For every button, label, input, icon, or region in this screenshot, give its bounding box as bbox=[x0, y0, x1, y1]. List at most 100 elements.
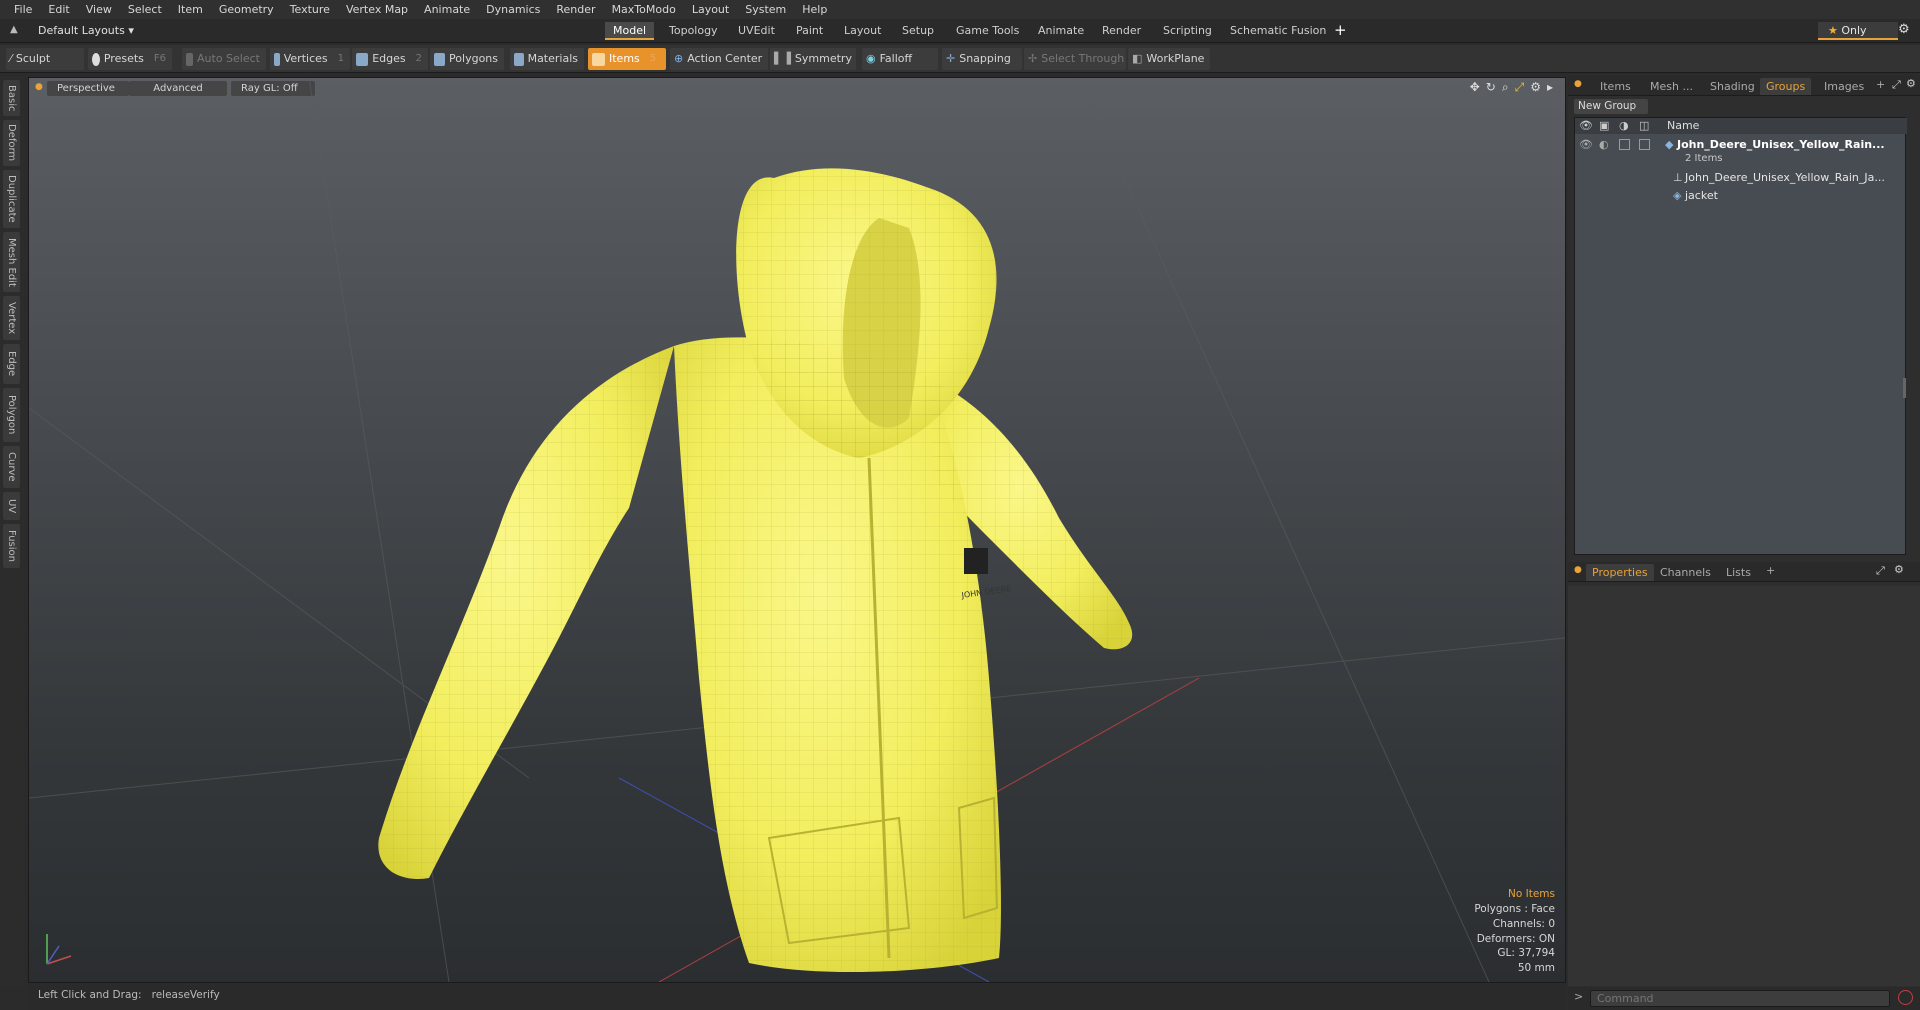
left-tab-polygon[interactable]: Polygon bbox=[3, 388, 20, 442]
tab-items[interactable]: Items bbox=[1594, 78, 1637, 95]
symmetry-button[interactable]: ▌▐ Symmetry bbox=[770, 48, 856, 70]
menu-item[interactable]: Item bbox=[170, 3, 211, 16]
items-button[interactable]: Items 5 bbox=[588, 48, 666, 70]
tab-game-tools[interactable]: Game Tools bbox=[948, 22, 1027, 40]
new-group-button[interactable]: New Group bbox=[1574, 99, 1648, 114]
list-scrollbar[interactable] bbox=[1903, 378, 1906, 398]
polygons-button[interactable]: Polygons bbox=[430, 48, 504, 70]
group-select-checkbox[interactable] bbox=[1639, 139, 1650, 150]
render-header-icon[interactable]: ▣ bbox=[1599, 118, 1609, 134]
collapse-icon[interactable]: ▲ bbox=[10, 24, 18, 35]
add-tab-icon[interactable]: + bbox=[1334, 21, 1347, 39]
polygons-icon bbox=[434, 52, 446, 66]
list-item[interactable]: ⊥ John_Deere_Unisex_Yellow_Rain_Ja... bbox=[1575, 169, 1907, 187]
sculpt-button[interactable]: ⁄ Sculpt bbox=[6, 48, 84, 70]
left-tab-vertex[interactable]: Vertex bbox=[3, 296, 20, 340]
left-tab-basic[interactable]: Basic bbox=[3, 80, 20, 116]
group-render-icon[interactable]: ◐ bbox=[1599, 136, 1609, 154]
tab-lists[interactable]: Lists bbox=[1720, 564, 1757, 581]
vertices-button[interactable]: Vertices 1 bbox=[270, 48, 350, 70]
left-tab-duplicate[interactable]: Duplicate bbox=[3, 170, 20, 228]
materials-button[interactable]: Materials bbox=[510, 48, 584, 70]
tab-mesh[interactable]: Mesh ... bbox=[1644, 78, 1699, 95]
menu-view[interactable]: View bbox=[78, 3, 120, 16]
group-icon: ◆ bbox=[1665, 138, 1674, 151]
menu-edit[interactable]: Edit bbox=[40, 3, 77, 16]
menu-layout[interactable]: Layout bbox=[684, 3, 737, 16]
menu-select[interactable]: Select bbox=[120, 3, 170, 16]
props-expand-icon[interactable]: ⤢ bbox=[1876, 564, 1885, 578]
menu-render[interactable]: Render bbox=[548, 3, 603, 16]
select-through-button[interactable]: ✢ Select Through bbox=[1024, 48, 1126, 70]
group-row[interactable]: 👁 ◐ ◆ John_Deere_Unisex_Yellow_Rain... 2… bbox=[1575, 136, 1907, 168]
select-header-icon[interactable]: ◫ bbox=[1639, 118, 1649, 134]
group-lock-checkbox[interactable] bbox=[1619, 139, 1630, 150]
action-center-icon: ⊕ bbox=[674, 52, 684, 65]
tab-groups[interactable]: Groups bbox=[1760, 78, 1812, 95]
menu-texture[interactable]: Texture bbox=[282, 3, 338, 16]
menu-dynamics[interactable]: Dynamics bbox=[478, 3, 548, 16]
left-tab-uv[interactable]: UV bbox=[3, 492, 20, 520]
visibility-header-icon[interactable]: 👁 bbox=[1579, 118, 1593, 134]
vertices-icon bbox=[274, 52, 280, 66]
tab-uvedit[interactable]: UVEdit bbox=[730, 22, 783, 40]
menu-animate[interactable]: Animate bbox=[416, 3, 478, 16]
menu-maxtomodo[interactable]: MaxToModo bbox=[604, 3, 684, 16]
menu-system[interactable]: System bbox=[737, 3, 794, 16]
edges-button[interactable]: Edges 2 bbox=[352, 48, 428, 70]
tab-properties[interactable]: Properties bbox=[1586, 564, 1654, 581]
left-tab-deform[interactable]: Deform bbox=[3, 120, 20, 166]
tab-render[interactable]: Render bbox=[1094, 22, 1149, 40]
gear-icon[interactable]: ⚙ bbox=[1898, 22, 1910, 37]
props-settings-icon[interactable]: ⚙ bbox=[1894, 563, 1904, 576]
left-tab-edge[interactable]: Edge bbox=[3, 344, 20, 384]
workplane-button[interactable]: ◧ WorkPlane bbox=[1128, 48, 1210, 70]
command-arrow-icon: > bbox=[1574, 990, 1584, 1003]
mesh-icon: ◈ bbox=[1673, 189, 1682, 202]
tab-layout[interactable]: Layout bbox=[836, 22, 889, 40]
group-visibility-icon[interactable]: 👁 bbox=[1579, 136, 1593, 154]
properties-area bbox=[1568, 586, 1920, 986]
child-item-name: John_Deere_Unisex_Yellow_Rain_Ja... bbox=[1685, 171, 1885, 184]
left-tab-mesh-edit[interactable]: Mesh Edit bbox=[3, 232, 20, 292]
jacket-model[interactable]: JOHN DEERE bbox=[378, 168, 1133, 973]
panel-settings-icon[interactable]: ⚙ bbox=[1906, 77, 1916, 90]
tab-channels[interactable]: Channels bbox=[1654, 564, 1717, 581]
record-icon[interactable] bbox=[1898, 990, 1913, 1005]
layout-selector[interactable]: Default Layouts ▾ bbox=[38, 24, 134, 37]
tab-schematic-fusion[interactable]: Schematic Fusion bbox=[1222, 22, 1334, 40]
panel-menu-icon[interactable]: ● bbox=[1574, 79, 1582, 89]
tab-paint[interactable]: Paint bbox=[788, 22, 831, 40]
only-toggle[interactable]: ★ Only bbox=[1818, 22, 1898, 40]
hud-polygons: Polygons : Face bbox=[1474, 903, 1555, 916]
tab-topology[interactable]: Topology bbox=[661, 22, 726, 40]
tab-shading[interactable]: Shading bbox=[1704, 78, 1761, 95]
tab-setup[interactable]: Setup bbox=[894, 22, 942, 40]
auto-select-button[interactable]: Auto Select bbox=[182, 48, 266, 70]
add-panel-tab-icon[interactable]: + bbox=[1876, 78, 1885, 91]
status-bar: Left Click and Drag: releaseVerify bbox=[28, 985, 1566, 1010]
command-input[interactable] bbox=[1590, 990, 1890, 1007]
props-menu-icon[interactable]: ● bbox=[1574, 565, 1582, 575]
mesh-locator-icon: ⊥ bbox=[1673, 171, 1683, 184]
menu-help[interactable]: Help bbox=[794, 3, 835, 16]
list-item[interactable]: ◈ jacket bbox=[1575, 187, 1907, 205]
action-center-button[interactable]: ⊕ Action Center bbox=[670, 48, 768, 70]
lock-header-icon[interactable]: ◑ bbox=[1619, 118, 1629, 134]
left-tab-curve[interactable]: Curve bbox=[3, 446, 20, 488]
tab-images[interactable]: Images bbox=[1818, 78, 1870, 95]
menu-file[interactable]: File bbox=[6, 3, 40, 16]
left-tab-fusion[interactable]: Fusion bbox=[3, 524, 20, 568]
command-bar: > bbox=[1568, 987, 1920, 1010]
menu-geometry[interactable]: Geometry bbox=[211, 3, 282, 16]
falloff-button[interactable]: ◉ Falloff bbox=[862, 48, 938, 70]
add-props-tab-icon[interactable]: + bbox=[1766, 564, 1775, 577]
menu-vertex-map[interactable]: Vertex Map bbox=[338, 3, 416, 16]
tab-animate[interactable]: Animate bbox=[1030, 22, 1092, 40]
snapping-button[interactable]: ✛ Snapping bbox=[942, 48, 1022, 70]
presets-button[interactable]: Presets F6 bbox=[88, 48, 172, 70]
3d-viewport[interactable]: ● Perspective Advanced Ray GL: Off ✥ ↻ ⌕… bbox=[28, 77, 1566, 983]
tab-scripting[interactable]: Scripting bbox=[1155, 22, 1220, 40]
panel-expand-icon[interactable]: ⤢ bbox=[1892, 78, 1901, 92]
tab-model[interactable]: Model bbox=[605, 22, 655, 40]
